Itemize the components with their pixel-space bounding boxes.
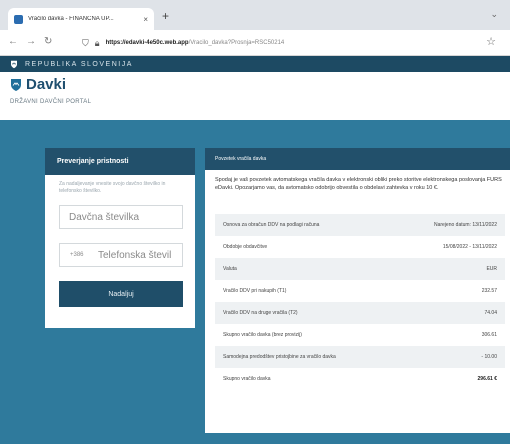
row-value: 232.57 <box>481 288 497 294</box>
row-label: Skupno vračilo davka (brez provizij) <box>223 332 302 338</box>
republic-bar: REPUBLIKA SLOVENIJA <box>0 56 510 72</box>
refund-panel-header: Povzetek vračila davka <box>205 148 510 170</box>
row-label: Vračilo DDV pri nakupih (T1) <box>223 288 287 294</box>
tab-title: Vračilo davka - FINANČNA UP... <box>28 16 114 22</box>
browser-tab-bar: Vračilo davka - FINANČNA UP... × + ⌄ <box>0 0 510 30</box>
site-logo[interactable]: Davki <box>10 76 66 93</box>
favicon-icon <box>14 14 23 24</box>
phone-prefix: +386 <box>70 252 84 258</box>
tab-list-icon[interactable]: ⌄ <box>490 9 498 20</box>
row-value: - 10.00 <box>481 354 497 360</box>
auth-card: Preverjanje pristnosti Za nadaljevanje v… <box>45 148 195 328</box>
table-row: Valuta EUR <box>215 258 505 280</box>
table-row: Obdobje obdavčitve 15/08/2022 - 13/11/20… <box>215 236 505 258</box>
phone-input[interactable]: +386 Telefonska števil <box>59 243 183 267</box>
url-path: /Vracilo_davka?Prosnja=RSC50214 <box>188 40 285 46</box>
portal-subtitle: DRŽAVNI DAVČNI PORTAL <box>10 99 92 105</box>
auth-title: Preverjanje pristnosti <box>57 158 129 165</box>
total-value: 296.61 € <box>477 376 497 382</box>
continue-button[interactable]: Nadaljuj <box>59 281 183 307</box>
row-label: Obdobje obdavčitve <box>223 244 268 250</box>
lock-icon[interactable]: 🔒︎ <box>95 38 100 49</box>
reload-icon[interactable]: ↻ <box>44 36 52 47</box>
url-field[interactable]: ⛉ 🔒︎ https://edavki-4e50c.web.app/Vracil… <box>82 34 462 52</box>
row-value: EUR <box>486 266 497 272</box>
auth-help-text: Za nadaljevanje vnesite svojo davčno šte… <box>59 181 166 194</box>
back-icon[interactable]: ← <box>8 36 18 47</box>
browser-tab[interactable]: Vračilo davka - FINANČNA UP... × <box>8 8 154 30</box>
row-label: Skupno vračilo davka <box>223 376 271 382</box>
refund-title: Povzetek vračila davka <box>215 156 267 162</box>
address-bar: ← → ↻ ⛉ 🔒︎ https://edavki-4e50c.web.app/… <box>0 30 510 56</box>
row-value: 15/08/2022 - 13/11/2022 <box>442 244 497 250</box>
row-value: 74.04 <box>484 310 497 316</box>
refund-summary-table: Osnova za obračun DDV na podlagi računa … <box>215 214 505 390</box>
table-row-total: Skupno vračilo davka 296.61 € <box>215 368 505 390</box>
row-label: Osnova za obračun DDV na podlagi računa <box>223 222 320 228</box>
row-label: Vračilo DDV na druge vračila (T2) <box>223 310 298 316</box>
phone-placeholder: Telefonska števil <box>98 250 172 261</box>
tax-number-placeholder: Davčna številka <box>69 212 140 223</box>
row-value: Narejeno datum: 13/11/2022 <box>433 222 497 228</box>
logo-text: Davki <box>26 76 67 93</box>
shield-icon: ⛉ <box>82 37 89 48</box>
table-row: Vračilo DDV na druge vračila (T2) 74.04 <box>215 302 505 324</box>
forward-icon[interactable]: → <box>26 36 36 47</box>
row-label: Samodejna predodštev pristojbine za vrač… <box>223 354 336 360</box>
row-value: 306.61 <box>481 332 497 338</box>
table-row: Osnova za obračun DDV na podlagi računa … <box>215 214 505 236</box>
table-row: Samodejna predodštev pristojbine za vrač… <box>215 346 505 368</box>
coat-of-arms-icon <box>11 60 17 68</box>
star-icon[interactable]: ☆ <box>486 35 496 48</box>
site-header: Davki DRŽAVNI DAVČNI PORTAL <box>0 72 510 120</box>
row-label: Valuta <box>223 266 237 272</box>
tax-number-input[interactable]: Davčna številka <box>59 205 183 229</box>
url-host: https://edavki-4e50c.web.app <box>105 40 189 46</box>
logo-shield-icon <box>11 78 21 91</box>
refund-description: Spodaj je vaš povzetek avtomatskega vrač… <box>215 177 502 191</box>
republic-label: REPUBLIKA SLOVENIJA <box>25 60 133 68</box>
close-tab-icon[interactable]: × <box>143 15 148 24</box>
table-row: Vračilo DDV pri nakupih (T1) 232.57 <box>215 280 505 302</box>
refund-panel: Povzetek vračila davka Spodaj je vaš pov… <box>205 148 510 433</box>
table-row: Skupno vračilo davka (brez provizij) 306… <box>215 324 505 346</box>
new-tab-button[interactable]: + <box>162 9 169 23</box>
auth-form: Za nadaljevanje vnesite svojo davčno šte… <box>45 175 195 328</box>
